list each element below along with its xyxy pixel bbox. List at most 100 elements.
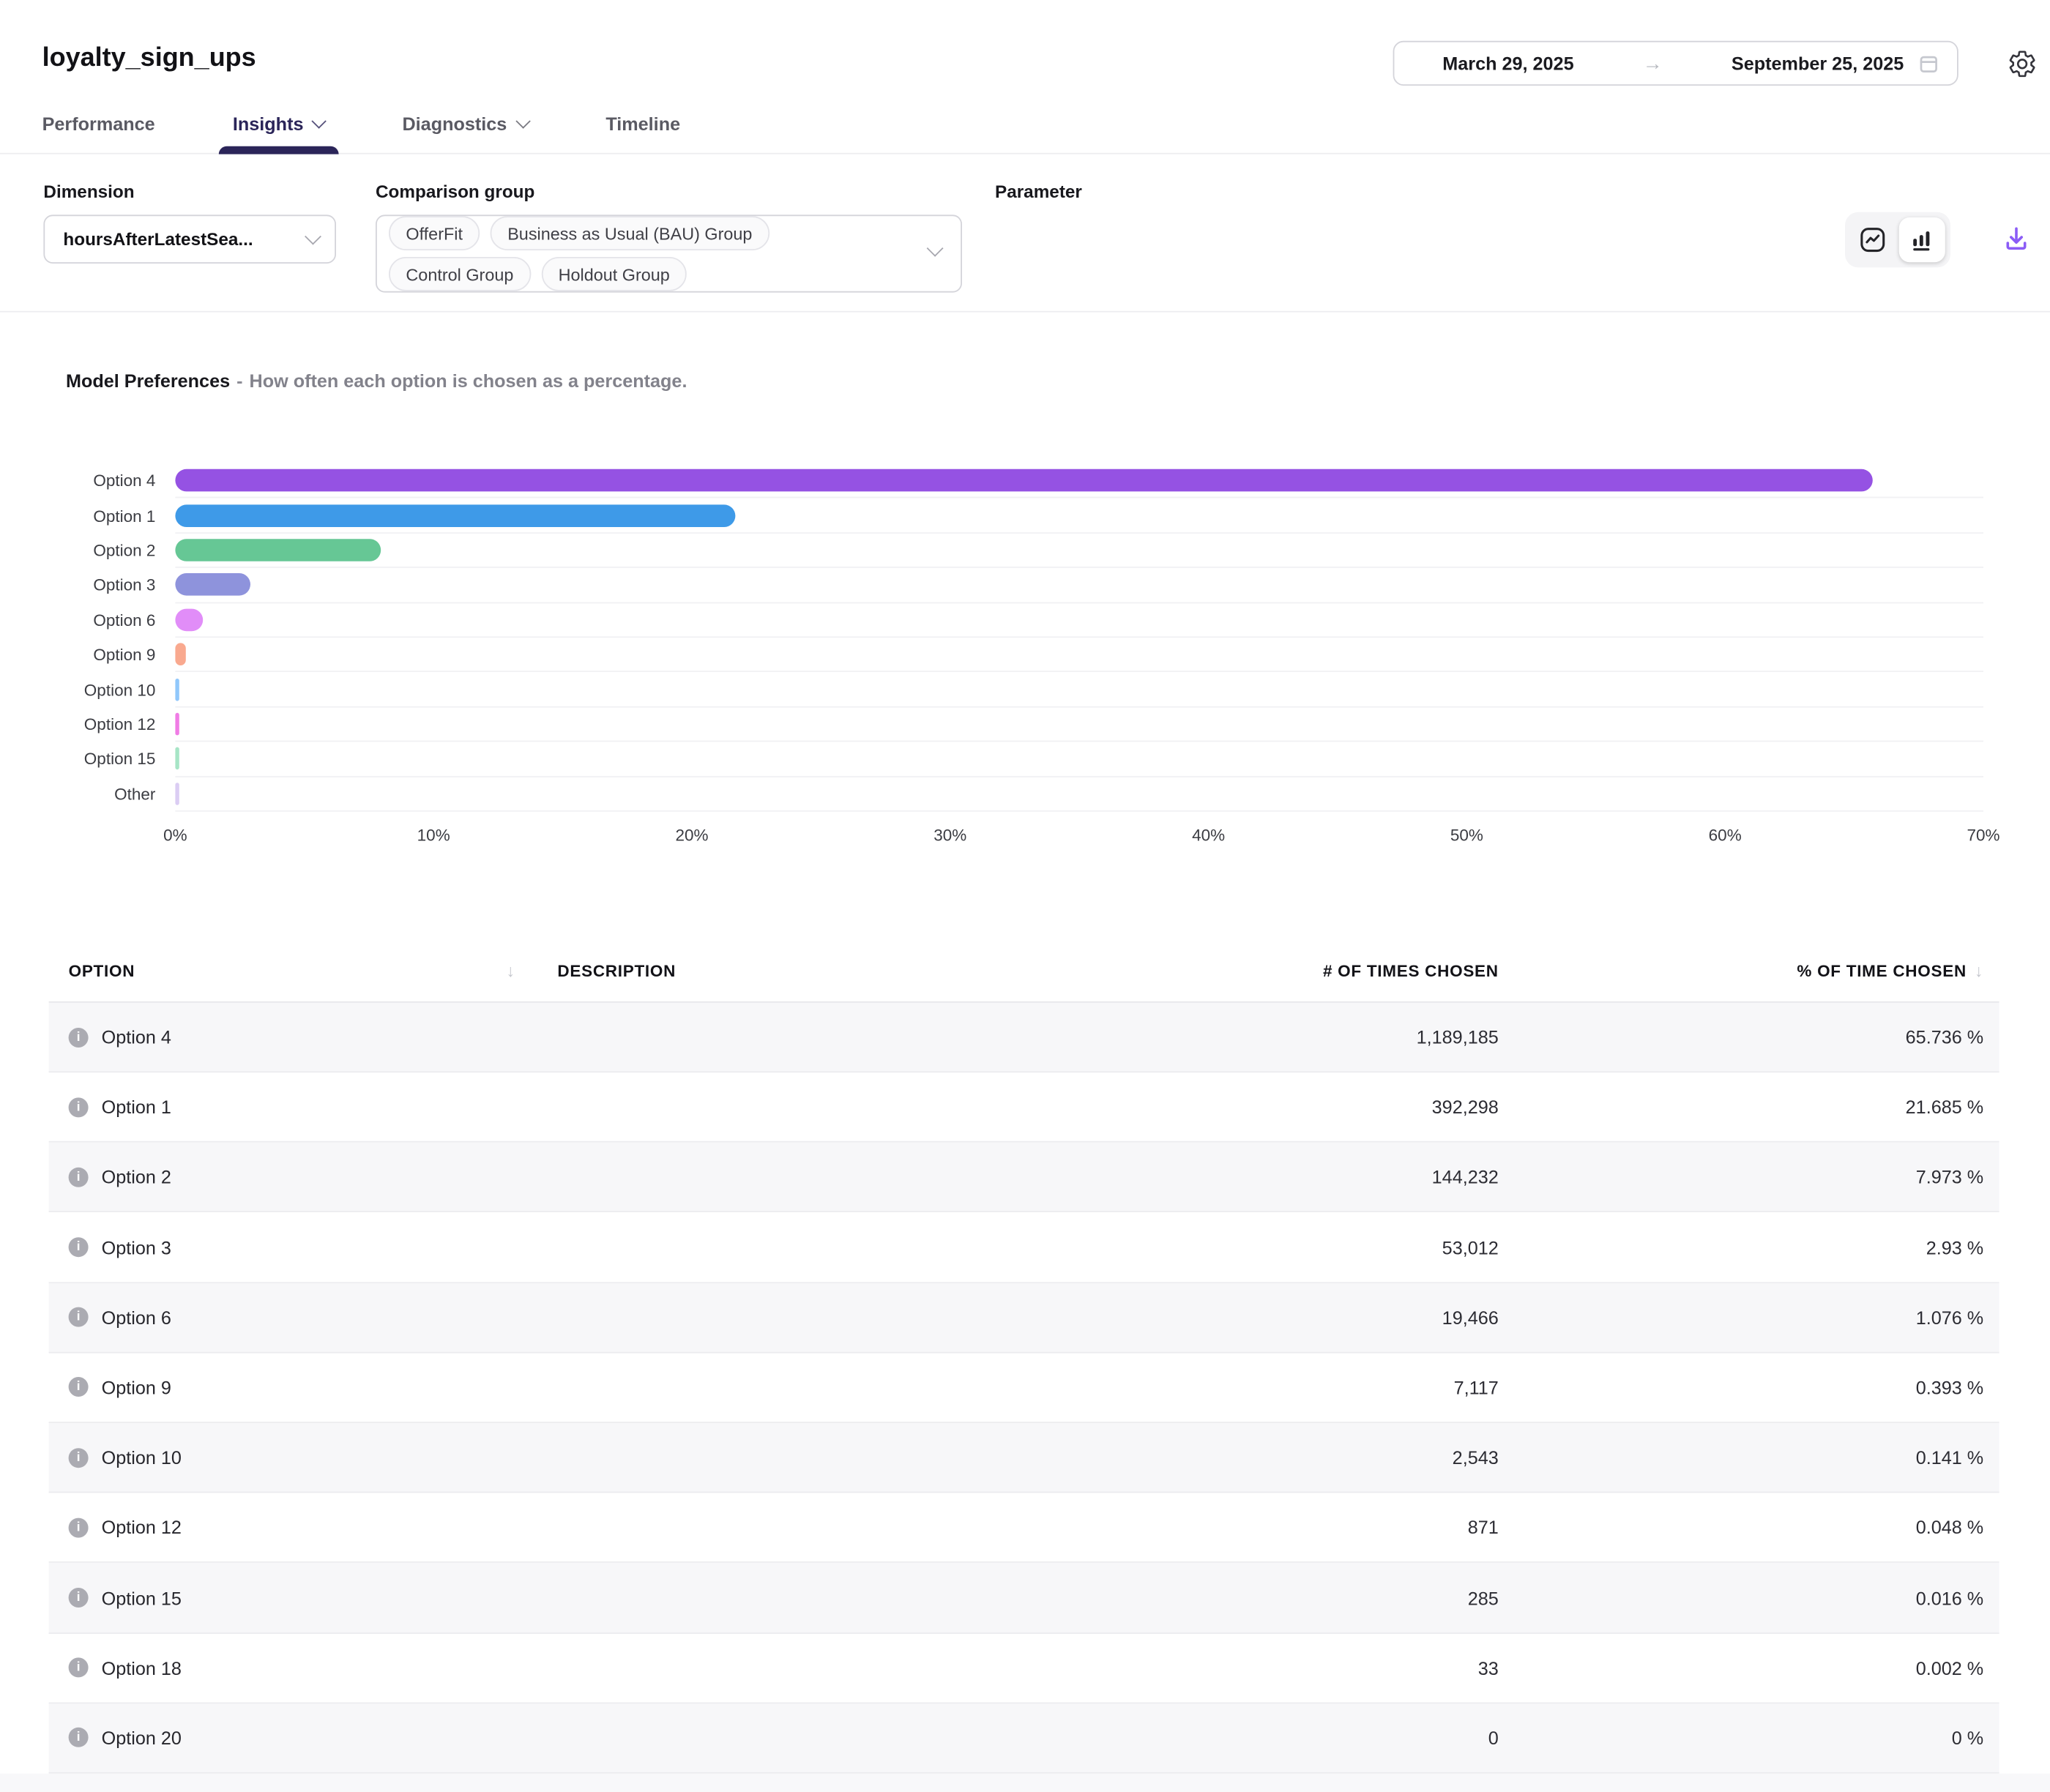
- comparison-chip[interactable]: Holdout Group: [541, 257, 687, 291]
- download-button[interactable]: [1996, 219, 2035, 258]
- option-cell: i Option 10: [49, 1447, 523, 1468]
- info-icon[interactable]: i: [69, 1027, 89, 1047]
- chart-bar[interactable]: [175, 469, 1873, 492]
- info-icon[interactable]: i: [69, 1658, 89, 1678]
- app-window: loyalty_sign_ups March 29, 2025 → Septem…: [0, 0, 2050, 1792]
- chart-bar[interactable]: [175, 713, 179, 736]
- bar-chart-view-button[interactable]: [1898, 217, 1945, 262]
- chart-row: Option 3: [43, 568, 1983, 603]
- info-icon[interactable]: i: [69, 1517, 89, 1537]
- table-row: i Option 3 53,012 2.93 %: [49, 1213, 1999, 1283]
- chart-bar[interactable]: [175, 783, 179, 805]
- settings-button[interactable]: [2005, 46, 2040, 81]
- pct-chosen-cell: 0.048 %: [1499, 1517, 1999, 1538]
- comparison-chip[interactable]: OfferFit: [389, 216, 480, 250]
- option-label: Option 4: [102, 1026, 171, 1048]
- chart-bar[interactable]: [175, 539, 381, 561]
- x-axis-tick-label: 30%: [933, 826, 966, 844]
- info-icon[interactable]: i: [69, 1237, 89, 1257]
- option-label: Option 12: [102, 1517, 182, 1538]
- table-row: i Option 1 392,298 21.685 %: [49, 1072, 1999, 1143]
- option-label: Option 3: [102, 1236, 171, 1258]
- bar-chart-icon: [1909, 227, 1935, 253]
- times-chosen-cell: 144,232: [1024, 1167, 1499, 1188]
- chart-category-label: Option 1: [43, 499, 175, 534]
- date-end: September 25, 2025: [1732, 53, 1904, 74]
- chart-bar[interactable]: [175, 504, 735, 527]
- options-table: OPTION ↓ DESCRIPTION # OF TIMES CHOSEN %…: [49, 941, 1999, 1774]
- chart-view-toggle: [1844, 212, 1950, 268]
- comparison-label: Comparison group: [376, 182, 962, 201]
- chart-bar[interactable]: [175, 678, 179, 701]
- line-chart-view-button[interactable]: [1849, 217, 1896, 262]
- times-chosen-cell: 33: [1024, 1657, 1499, 1679]
- chart-bar[interactable]: [175, 643, 185, 666]
- pct-chosen-cell: 0.002 %: [1499, 1657, 1999, 1679]
- pct-chosen-cell: 0.141 %: [1499, 1447, 1999, 1468]
- chart-track: [175, 638, 1983, 673]
- dimension-select[interactable]: hoursAfterLatestSea...: [43, 214, 336, 264]
- times-chosen-cell: 285: [1024, 1587, 1499, 1608]
- tab[interactable]: Diagnostics: [402, 113, 528, 153]
- tab[interactable]: Performance: [42, 113, 155, 153]
- times-chosen-cell: 0: [1024, 1728, 1499, 1749]
- chart-row: Option 6: [43, 603, 1983, 638]
- times-chosen-cell: 1,189,185: [1024, 1026, 1499, 1048]
- times-chosen-cell: 19,466: [1024, 1307, 1499, 1328]
- model-preferences-section: Model Preferences - How often each optio…: [0, 313, 2050, 854]
- option-cell: i Option 1: [49, 1097, 523, 1118]
- chevron-down-icon: [515, 113, 530, 128]
- chart-bar[interactable]: [175, 574, 250, 597]
- times-chosen-cell: 2,543: [1024, 1447, 1499, 1468]
- pct-chosen-cell: 65.736 %: [1499, 1026, 1999, 1048]
- chart-category-label: Option 9: [43, 638, 175, 673]
- tab[interactable]: Timeline: [605, 113, 680, 153]
- chevron-down-icon: [312, 113, 327, 128]
- chart-heading: Model Preferences - How often each optio…: [66, 370, 2050, 392]
- chart-bar[interactable]: [175, 608, 203, 631]
- x-axis-ticks: 0% 10% 20% 30% 40% 50% 60% 70%: [175, 812, 1983, 854]
- comparison-chip[interactable]: Business as Usual (BAU) Group: [491, 216, 769, 250]
- chart-bar[interactable]: [175, 747, 179, 770]
- chart-row: Option 10: [43, 673, 1983, 708]
- dimension-filter: Dimension hoursAfterLatestSea...: [43, 182, 336, 264]
- horizontal-bar-chart: Option 4 Option 1 Option 2: [43, 464, 1983, 854]
- chart-track: [175, 603, 1983, 638]
- info-icon[interactable]: i: [69, 1378, 89, 1397]
- table-row: i Option 9 7,117 0.393 %: [49, 1353, 1999, 1423]
- info-icon[interactable]: i: [69, 1728, 89, 1747]
- option-cell: i Option 9: [49, 1377, 523, 1398]
- chart-x-axis: 0% 10% 20% 30% 40% 50% 60% 70%: [43, 812, 1983, 854]
- comparison-chip[interactable]: Control Group: [389, 257, 531, 291]
- info-icon[interactable]: i: [69, 1588, 89, 1608]
- pct-chosen-cell: 7.973 %: [1499, 1167, 1999, 1188]
- comparison-select[interactable]: OfferFit Business as Usual (BAU) Group C…: [376, 214, 962, 292]
- page-bottom-band: [0, 1774, 2050, 1792]
- info-icon[interactable]: i: [69, 1448, 89, 1468]
- tab[interactable]: Insights: [233, 113, 324, 153]
- chart-track: [175, 568, 1983, 603]
- table-row: i Option 4 1,189,185 65.736 %: [49, 1003, 1999, 1073]
- pct-chosen-cell: 1.076 %: [1499, 1307, 1999, 1328]
- option-cell: i Option 3: [49, 1236, 523, 1258]
- column-header-pct-chosen[interactable]: % OF TIME CHOSEN ↓: [1499, 961, 1999, 981]
- dimension-label: Dimension: [43, 182, 336, 201]
- table-row: i Option 2 144,232 7.973 %: [49, 1143, 1999, 1213]
- table-row: i Option 12 871 0.048 %: [49, 1493, 1999, 1564]
- sort-descending-icon: ↓: [506, 961, 515, 981]
- info-icon[interactable]: i: [69, 1097, 89, 1117]
- chart-category-label: Option 12: [43, 707, 175, 742]
- line-chart-icon: [1860, 227, 1886, 253]
- x-axis-tick-label: 0%: [163, 826, 187, 844]
- date-range-picker[interactable]: March 29, 2025 → September 25, 2025: [1393, 41, 1958, 86]
- column-header-option[interactable]: OPTION ↓: [49, 961, 523, 981]
- info-icon[interactable]: i: [69, 1307, 89, 1327]
- times-chosen-cell: 392,298: [1024, 1097, 1499, 1118]
- option-cell: i Option 18: [49, 1657, 523, 1679]
- chart-row: Option 9: [43, 638, 1983, 673]
- chevron-down-icon: [305, 228, 321, 245]
- chart-category-label: Option 6: [43, 603, 175, 638]
- info-icon[interactable]: i: [69, 1168, 89, 1187]
- column-header-description: DESCRIPTION: [523, 962, 1024, 980]
- table-row: i Option 18 33 0.002 %: [49, 1633, 1999, 1703]
